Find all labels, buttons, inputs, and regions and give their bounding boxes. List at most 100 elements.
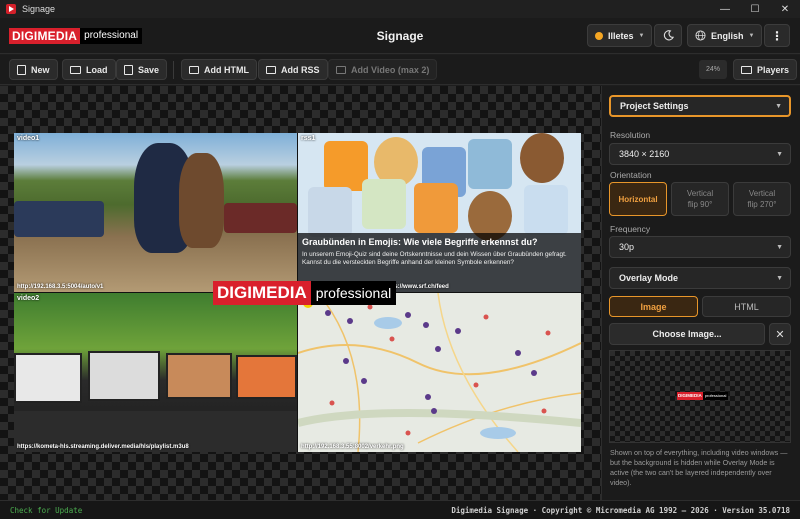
orientation-v90-line2: flip 90°	[687, 200, 713, 209]
players-button[interactable]: Players	[733, 59, 798, 80]
chevron-down-icon: ▼	[748, 32, 755, 39]
language-dropdown[interactable]: English ▼	[687, 24, 763, 47]
overlay-mode-select[interactable]: Overlay Mode ▼	[609, 267, 791, 289]
more-menu-button[interactable]: ⋮	[764, 24, 790, 47]
user-location-dropdown[interactable]: Illetes ▼	[587, 24, 653, 47]
theme-toggle-button[interactable]	[654, 24, 682, 47]
tile-label: video1	[17, 135, 40, 142]
rss-headline: Graubünden in Emojis: Wie viele Begriffe…	[302, 237, 538, 247]
tile-label: rss1	[301, 135, 316, 142]
status-dot-icon	[595, 31, 603, 40]
toolbar-divider	[173, 61, 174, 79]
orientation-vertical-270-label: Vertical flip 270°	[748, 188, 777, 210]
crowd-figure	[14, 201, 104, 237]
choose-image-label: Choose Image...	[652, 329, 722, 339]
bear-emoji-icon	[520, 133, 564, 183]
language-label: English	[711, 30, 744, 41]
close-icon: ✕	[775, 328, 785, 341]
preview-logo: DIGIMEDIA professional	[677, 392, 729, 400]
save-button-label: Save	[138, 64, 160, 75]
file-icon	[17, 64, 26, 75]
bridge-emoji-icon	[524, 185, 568, 235]
mode-html-button[interactable]: HTML	[702, 296, 791, 317]
screen-preview[interactable]: video1 http://192.168.3.5:5004/auto/v1 r…	[14, 133, 581, 452]
add-html-button[interactable]: Add HTML	[181, 59, 257, 80]
check-update-link[interactable]: Check for Update	[10, 506, 82, 515]
window-title: Signage	[22, 4, 56, 14]
map-graphic	[298, 293, 581, 452]
studio-monitor	[166, 353, 232, 399]
tile-url: https://kometa-hls.streaming.deliver.med…	[17, 444, 189, 450]
rss-icon	[266, 65, 276, 74]
orientation-horizontal-button[interactable]: Horizontal	[609, 182, 667, 216]
code-icon	[189, 65, 199, 74]
choose-image-button[interactable]: Choose Image...	[609, 323, 765, 345]
resolution-label: Resolution	[610, 130, 651, 140]
orientation-label: Orientation	[610, 170, 652, 180]
settings-panel: Project Settings ▼ Resolution 3840 × 216…	[601, 86, 800, 500]
frequency-select[interactable]: 30p ▼	[609, 236, 791, 258]
minimize-button[interactable]: —	[710, 0, 740, 18]
studio-monitor	[236, 355, 297, 399]
new-button[interactable]: New	[9, 59, 58, 80]
moon-icon	[663, 30, 674, 41]
mode-image-button[interactable]: Image	[609, 296, 698, 317]
save-button[interactable]: Save	[116, 59, 168, 80]
frequency-value: 30p	[619, 242, 635, 252]
globe-icon	[695, 30, 706, 41]
preview-logo-red: DIGIMEDIA	[677, 392, 703, 400]
rss-description: In unserem Emoji-Quiz sind deine Ortsken…	[302, 251, 567, 266]
load-button-label: Load	[86, 64, 108, 75]
toolbar: New Load Save Add HTML Add RSS Add Video…	[0, 55, 800, 85]
app-icon	[6, 4, 16, 14]
tile-url: http://192.168.3.5:5004/auto/v1	[17, 284, 104, 290]
orientation-v270-line2: flip 270°	[747, 200, 777, 209]
video-icon	[336, 65, 346, 74]
canvas-area[interactable]: video1 http://192.168.3.5:5004/auto/v1 r…	[0, 86, 601, 500]
rss1-tile[interactable]: rss1 Graubünden in Emojis: Wie viele Beg…	[298, 133, 581, 292]
new-button-label: New	[31, 64, 50, 75]
frequency-label: Frequency	[610, 224, 651, 234]
close-window-button[interactable]: ✕	[770, 0, 800, 18]
status-bar: Check for Update Digimedia Signage · Cop…	[0, 500, 800, 519]
traffic-map-tile[interactable]: http://192.168.3.55:8002/verkehr.png	[298, 293, 581, 452]
window-titlebar: Signage — ☐ ✕	[0, 0, 800, 18]
folder-icon	[70, 65, 81, 74]
copyright-text: Digimedia Signage · Copyright © Micromed…	[451, 506, 790, 515]
app-header: DIGIMEDIA professional Signage Illetes ▼…	[0, 18, 800, 54]
mode-html-label: HTML	[734, 301, 759, 312]
add-rss-button[interactable]: Add RSS	[258, 59, 328, 80]
floppy-icon	[124, 64, 133, 75]
maximize-button[interactable]: ☐	[740, 0, 770, 18]
orientation-vertical-90-button[interactable]: Vertical flip 90°	[671, 182, 729, 216]
tile-url: http://192.168.3.55:8002/verkehr.png	[301, 444, 404, 450]
add-video-label: Add Video (max 2)	[351, 64, 430, 75]
orientation-v270-line1: Vertical	[748, 189, 776, 198]
video1-tile[interactable]: video1 http://192.168.3.5:5004/auto/v1	[14, 133, 297, 292]
window-controls: — ☐ ✕	[710, 0, 800, 18]
mountain-emoji-icon	[362, 179, 406, 229]
preview-logo-black: professional	[702, 392, 729, 400]
orientation-vertical-270-button[interactable]: Vertical flip 270°	[733, 182, 791, 216]
wrestler-figure	[179, 153, 224, 248]
project-settings-select[interactable]: Project Settings ▼	[609, 95, 791, 117]
orientation-vertical-90-label: Vertical flip 90°	[687, 188, 713, 210]
clear-image-button[interactable]: ✕	[769, 323, 791, 345]
overlay-logo-black: professional	[310, 281, 397, 305]
ski-emoji-icon	[308, 187, 352, 237]
orientation-horizontal-label: Horizontal	[618, 194, 658, 204]
players-label: Players	[757, 64, 790, 75]
chevron-down-icon: ▼	[776, 150, 783, 158]
load-button[interactable]: Load	[62, 59, 116, 80]
video2-tile[interactable]: video2 https://kometa-hls.streaming.deli…	[14, 293, 297, 452]
orientation-v90-line1: Vertical	[686, 189, 714, 198]
add-video-button[interactable]: Add Video (max 2)	[328, 59, 438, 80]
overlay-mode-label: Overlay Mode	[619, 273, 679, 283]
resolution-value: 3840 × 2160	[619, 149, 670, 159]
studio-monitor	[88, 351, 160, 401]
resolution-select[interactable]: 3840 × 2160 ▼	[609, 143, 791, 165]
add-html-label: Add HTML	[204, 64, 249, 75]
zoom-level-badge: 24%	[699, 60, 727, 79]
overlay-logo-red: DIGIMEDIA	[213, 281, 311, 305]
crowd-figure	[224, 203, 297, 233]
